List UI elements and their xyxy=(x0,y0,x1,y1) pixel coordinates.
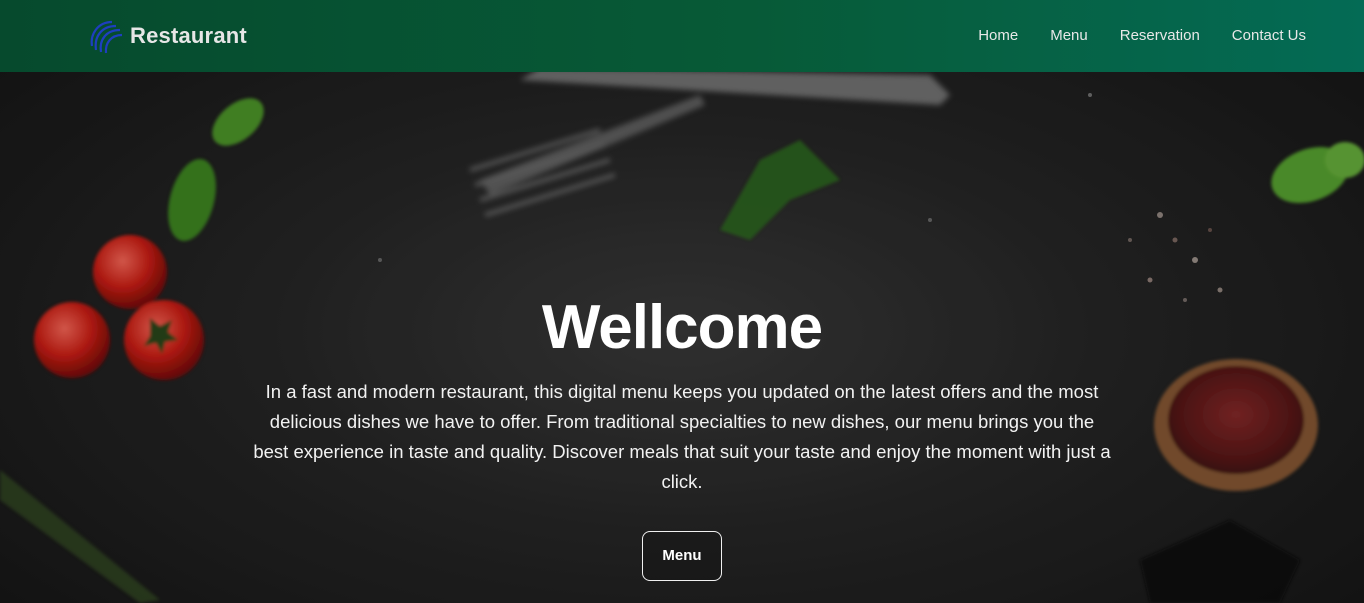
nav-contact-link[interactable]: Contact Us xyxy=(1232,27,1306,44)
nav-reservation-link[interactable]: Reservation xyxy=(1120,27,1200,44)
main-nav: Home Menu Reservation Contact Us xyxy=(978,27,1306,44)
hero-content: Wellcome In a fast and modern restaurant… xyxy=(0,292,1364,581)
hero-description: In a fast and modern restaurant, this di… xyxy=(253,381,1111,492)
swirl-logo-icon xyxy=(90,20,123,54)
nav-home-link[interactable]: Home xyxy=(978,27,1018,44)
nav-menu-link[interactable]: Menu xyxy=(1050,27,1088,44)
brand[interactable]: Restaurant xyxy=(86,16,247,56)
brand-name: Restaurant xyxy=(130,23,247,48)
menu-button[interactable]: Menu xyxy=(642,531,722,581)
hero-title: Wellcome xyxy=(541,293,823,362)
top-navbar: Restaurant Home Menu Reservation Contact… xyxy=(0,0,1364,72)
